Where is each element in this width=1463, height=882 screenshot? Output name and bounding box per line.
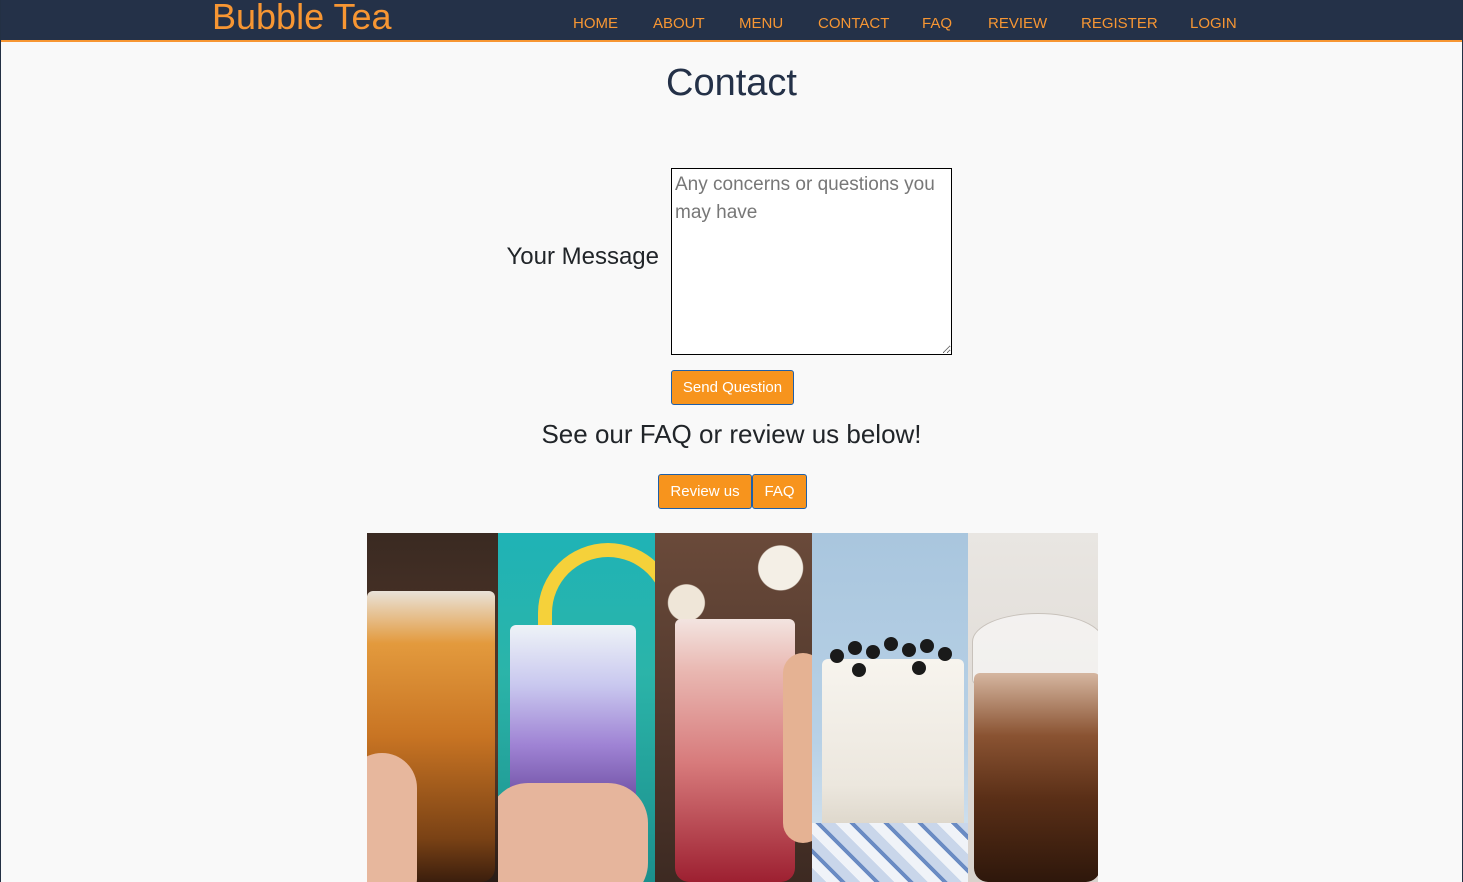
pearl-shape (852, 663, 866, 677)
rainbow-shape (538, 543, 655, 633)
nav-about-link[interactable]: ABOUT (653, 15, 705, 32)
photo-pearl-milk-tea (812, 533, 968, 882)
faq-button[interactable]: FAQ (752, 474, 807, 509)
pearl-shape (848, 641, 862, 655)
photo-dome-lid-tea (968, 533, 1098, 882)
cup-shape (675, 619, 795, 882)
faq-review-prompt: See our FAQ or review us below! (541, 419, 922, 449)
message-label: Your Message (506, 243, 659, 270)
nav-contact-link[interactable]: CONTACT (818, 15, 889, 32)
nav-review-link[interactable]: REVIEW (988, 15, 1047, 32)
nav-home-link[interactable]: HOME (573, 15, 618, 32)
pearl-shape (866, 645, 880, 659)
cup-shape (822, 659, 964, 839)
photo-unicorn-drink (498, 533, 655, 882)
cup-shape (974, 673, 1098, 882)
candy-pile-shape (812, 823, 968, 882)
hand-shape (783, 653, 812, 843)
navbar: Bubble Tea HOME ABOUT MENU CONTACT FAQ R… (1, 0, 1462, 42)
pearl-shape (830, 649, 844, 663)
page-title: Contact (666, 62, 797, 104)
photo-red-fruit-tea (655, 533, 812, 882)
hand-shape (498, 783, 648, 882)
brand-logo-link[interactable]: Bubble Tea (212, 0, 392, 39)
pearl-shape (912, 661, 926, 675)
photo-brown-sugar-tea (367, 533, 498, 882)
nav-login-link[interactable]: LOGIN (1190, 15, 1237, 32)
send-question-button[interactable]: Send Question (671, 370, 794, 405)
message-textarea[interactable] (671, 168, 952, 355)
nav-register-link[interactable]: REGISTER (1081, 15, 1158, 32)
bubble-tea-photo-collage (367, 533, 1098, 882)
pearl-shape (902, 643, 916, 657)
pearl-shape (884, 637, 898, 651)
hand-shape (367, 753, 417, 882)
pearl-shape (938, 647, 952, 661)
nav-faq-link[interactable]: FAQ (922, 15, 952, 32)
review-us-button[interactable]: Review us (658, 474, 752, 509)
pearl-shape (920, 639, 934, 653)
nav-menu-link[interactable]: MENU (739, 15, 783, 32)
